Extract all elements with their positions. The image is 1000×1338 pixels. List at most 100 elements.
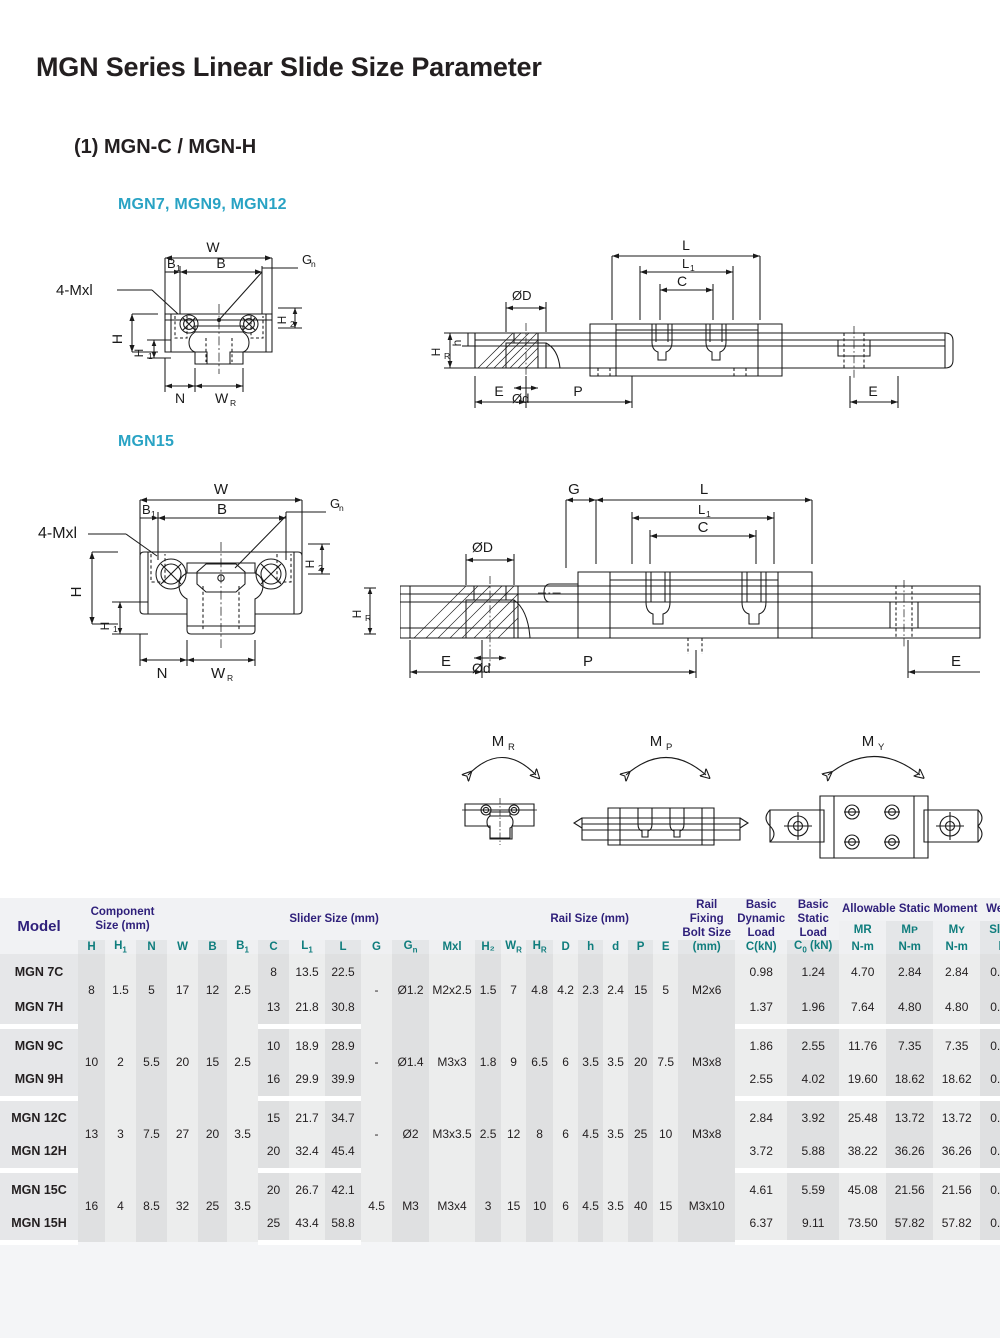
svg-text:n: n [339, 503, 344, 513]
cell-N: 5 [136, 954, 168, 1027]
page-title: MGN Series Linear Slide Size Parameter [36, 52, 542, 82]
cell-E: 5 [653, 954, 679, 1027]
cell-Mxl: M2x2.5 [429, 954, 476, 1027]
cell-HR: 4.8 [526, 954, 554, 1027]
cell-P: 40 [628, 1170, 654, 1243]
cell-D: 6 [553, 1026, 579, 1099]
th-unit-e-19: E [653, 940, 679, 955]
cell-model: MGN 7H [0, 990, 78, 1029]
th-rail-size: Rail Size (mm) [501, 898, 679, 941]
drawing-side-view-small: L L1 C ØD Ød H R h E P E [420, 228, 1000, 418]
svg-text:Ød: Ød [512, 391, 529, 406]
cell-Cd: 0.98 [735, 954, 788, 991]
th-weight-slider: Slider [980, 920, 1000, 941]
svg-text:R: R [508, 742, 515, 753]
th-unit-kg-26: kg [980, 940, 1000, 955]
th-unit-h-1: H1 [105, 940, 136, 955]
th-moment-mp: Mᴘ [886, 920, 934, 941]
th-moment-my: Mʏ [933, 920, 981, 941]
svg-text:H: H [275, 316, 289, 325]
th-unit-p-18: P [628, 940, 654, 955]
cell-C0: 1.24 [787, 954, 840, 991]
table-body: MGN 7C 8 1.5 5 17 12 2.5 8 13.5 22.5- Ø1.2 M2x2.5 1.… [0, 954, 1000, 1245]
moment-diagrams: M R M P M Y [440, 700, 1000, 880]
cell-H1: 3 [105, 1098, 136, 1171]
cell-bolt: M3x10 [678, 1170, 736, 1243]
cell-L: 30.8 [325, 990, 362, 1029]
cell-L1: 21.8 [289, 990, 326, 1029]
cell-kg: 0.015 [980, 990, 1000, 1029]
svg-text:M: M [862, 733, 875, 750]
svg-text:P: P [583, 653, 593, 670]
svg-text:H: H [303, 560, 317, 569]
cell-C: 15 [258, 1098, 290, 1135]
cell-d: 3.5 [603, 1098, 629, 1171]
cell-B: 20 [198, 1098, 228, 1171]
svg-text:4-Mxl: 4-Mxl [38, 525, 77, 542]
svg-text:H: H [109, 334, 125, 344]
cell-L1: 32.4 [289, 1134, 326, 1173]
cell-MY: 13.72 [933, 1098, 981, 1135]
cell-kg: 0.016 [980, 1026, 1000, 1063]
th-moment-mr: MR [839, 920, 887, 941]
th-unit-mxl-11: Mxl [429, 940, 476, 955]
cell-Gn: Ø1.4 [392, 1026, 430, 1099]
cell-WR: 7 [501, 954, 527, 1027]
cell-WR: 15 [501, 1170, 527, 1243]
cell-P: 20 [628, 1026, 654, 1099]
th-unit-wr-13: WR [501, 940, 527, 955]
th-unit-g-10: Gn [392, 940, 430, 955]
cell-h: 2.3 [578, 954, 604, 1027]
unit-header-row: H H1 N W B B1 C L1 L G Gn Mxl H₂ WR HR Dh d P E (mm) C(kN) C0… [0, 940, 1000, 955]
cell-N: 7.5 [136, 1098, 168, 1171]
th-unit-h-0: H [78, 940, 105, 955]
svg-text:W: W [215, 390, 229, 406]
th-rail-fixing-bolt-size: Rail Fixing Bolt Size [678, 898, 736, 941]
th-unit-w-3: W [167, 940, 199, 955]
cell-MP: 57.82 [886, 1206, 934, 1245]
cell-MY: 21.56 [933, 1170, 981, 1207]
cell-B: 15 [198, 1026, 228, 1099]
cell-W: 27 [167, 1098, 199, 1171]
svg-text:R: R [230, 398, 236, 408]
svg-text:W: W [214, 481, 229, 498]
cell-MR: 11.76 [839, 1026, 887, 1063]
cell-MR: 25.48 [839, 1098, 887, 1135]
cell-HR: 10 [526, 1170, 554, 1243]
cell-MP: 13.72 [886, 1098, 934, 1135]
svg-text:G: G [568, 481, 580, 498]
cell-H: 10 [78, 1026, 105, 1099]
cell-C0: 4.02 [787, 1062, 840, 1101]
drawing-cross-section-small: W B B1 Gn 4-Mxl H H 1 H 2 N WR [40, 228, 380, 418]
svg-text:C: C [677, 273, 687, 289]
cell-B1: 3.5 [227, 1170, 259, 1243]
th-unit-b-4: B [198, 940, 228, 955]
cell-MY: 57.82 [933, 1206, 981, 1245]
group-header-row: Model Component Size (mm) Slider Size (m… [0, 898, 1000, 955]
th-component-size: Component Size (mm) [78, 898, 168, 941]
cell-C0: 3.92 [787, 1098, 840, 1135]
svg-text:Y: Y [878, 742, 885, 753]
svg-text:R: R [365, 613, 371, 623]
th-weight: Weight [980, 898, 1000, 921]
cell-MP: 18.62 [886, 1062, 934, 1101]
cell-Gn: M3 [392, 1170, 430, 1243]
svg-text:4-Mxl: 4-Mxl [56, 282, 93, 299]
cell-MP: 36.26 [886, 1134, 934, 1173]
cell-G: - [361, 954, 393, 1027]
cell-Gn: Ø2 [392, 1098, 430, 1171]
cell-Cd: 2.55 [735, 1062, 788, 1101]
group-label-mgn7-9-12: MGN7, MGN9, MGN12 [118, 196, 287, 213]
cell-H: 16 [78, 1170, 105, 1243]
svg-text:H: H [68, 587, 85, 598]
cell-H2: 3 [475, 1170, 502, 1243]
spec-table: Model Component Size (mm) Slider Size (m… [0, 898, 1000, 1245]
svg-text:ØD: ØD [512, 288, 532, 303]
svg-text:1: 1 [151, 509, 156, 519]
cell-G: - [361, 1098, 393, 1171]
cell-L: 22.5 [325, 954, 362, 991]
svg-text:B: B [142, 502, 151, 517]
cell-W: 17 [167, 954, 199, 1027]
cell-Cd: 6.37 [735, 1206, 788, 1245]
cell-D: 6 [553, 1170, 579, 1243]
